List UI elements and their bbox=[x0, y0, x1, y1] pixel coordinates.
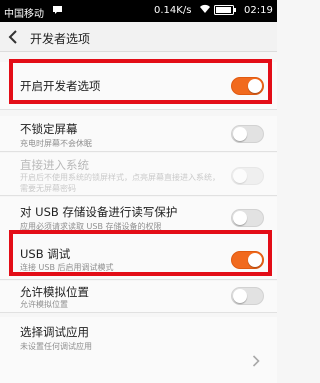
setting-subtitle: 应用必须请求读取 USB 存储设备的权限 bbox=[20, 222, 162, 231]
toggle-knob bbox=[248, 79, 262, 93]
page-title: 开发者选项 bbox=[30, 32, 91, 46]
app-header: 开发者选项 bbox=[0, 22, 277, 52]
mock-location-toggle[interactable] bbox=[231, 287, 264, 305]
status-bar: 中国移动 0.14K/s 02:19 bbox=[0, 0, 277, 22]
usb-debugging-toggle[interactable] bbox=[231, 251, 264, 269]
setting-title: 对 USB 存储设备进行读写保护 bbox=[20, 205, 178, 219]
setting-title: 不锁定屏幕 bbox=[20, 122, 78, 136]
setting-direct-enter-system: 直接进入系统 开启后不使用系统的锁屏样式，点亮屏幕直接进入系统，需要无屏幕密码 bbox=[0, 153, 277, 196]
setting-title: 开启开发者选项 bbox=[20, 79, 101, 93]
usb-storage-protection-toggle[interactable] bbox=[231, 209, 264, 227]
message-icon bbox=[53, 6, 62, 14]
developer-options-toggle[interactable] bbox=[231, 77, 264, 95]
setting-mock-location[interactable]: 允许模拟位置 允许模拟位置 bbox=[0, 281, 277, 313]
toggle-knob bbox=[248, 253, 262, 267]
setting-subtitle: 开启后不使用系统的锁屏样式，点亮屏幕直接进入系统，需要无屏幕密码 bbox=[20, 173, 220, 193]
setting-subtitle: 未设置任何调试应用 bbox=[20, 342, 92, 351]
setting-title: 直接进入系统 bbox=[20, 158, 89, 172]
carrier-label: 中国移动 bbox=[4, 9, 44, 20]
wifi-icon bbox=[200, 4, 210, 13]
setting-usb-storage-protection[interactable]: 对 USB 存储设备进行读写保护 应用必须请求读取 USB 存储设备的权限 bbox=[0, 197, 277, 239]
setting-title: USB 调试 bbox=[20, 247, 71, 261]
battery-icon bbox=[214, 5, 236, 15]
network-speed: 0.14K/s bbox=[154, 5, 192, 16]
direct-enter-system-toggle bbox=[231, 167, 264, 185]
setting-subtitle: 允许模拟位置 bbox=[20, 300, 68, 309]
no-lock-screen-toggle[interactable] bbox=[231, 125, 264, 143]
back-arrow-icon[interactable] bbox=[6, 29, 20, 45]
toggle-knob bbox=[233, 289, 247, 303]
setting-usb-debugging[interactable]: USB 调试 连接 USB 后启用调试模式 bbox=[0, 238, 277, 280]
toggle-knob bbox=[233, 211, 247, 225]
clock: 02:19 bbox=[244, 5, 273, 16]
toggle-knob bbox=[233, 127, 247, 141]
setting-select-debug-app[interactable]: 选择调试应用 未设置任何调试应用 bbox=[0, 317, 277, 383]
setting-subtitle: 充电时屏幕不会休眠 bbox=[20, 139, 92, 148]
chevron-right-icon bbox=[252, 355, 260, 367]
setting-developer-options[interactable]: 开启开发者选项 bbox=[0, 62, 277, 110]
toggle-knob bbox=[233, 169, 247, 183]
setting-no-lock-screen[interactable]: 不锁定屏幕 充电时屏幕不会休眠 bbox=[0, 116, 277, 152]
setting-title: 允许模拟位置 bbox=[20, 285, 89, 299]
setting-title: 选择调试应用 bbox=[20, 325, 89, 339]
setting-subtitle: 连接 USB 后启用调试模式 bbox=[20, 263, 114, 272]
